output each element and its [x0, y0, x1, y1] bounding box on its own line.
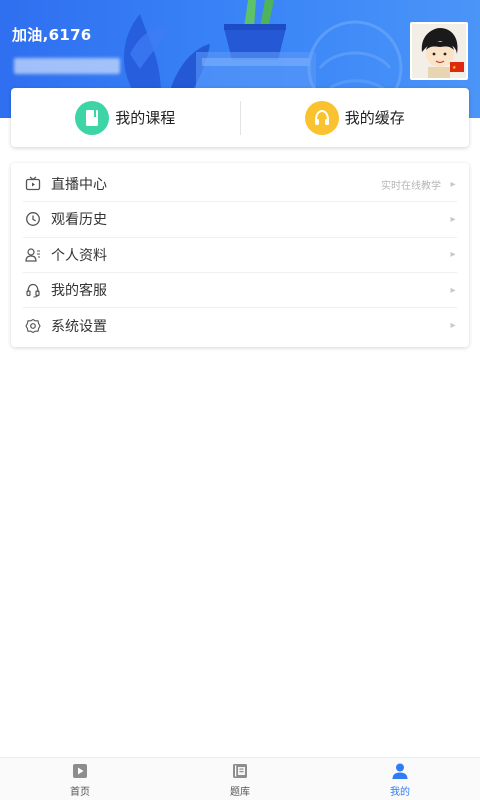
my-courses-label: 我的课程: [115, 109, 176, 127]
menu-item-settings[interactable]: 系统设置 ▸: [23, 308, 457, 343]
menu-label: 个人资料: [51, 247, 107, 264]
menu-hint: 实时在线教学: [381, 180, 441, 192]
chevron-right-icon: ▸: [450, 213, 456, 225]
my-cache-label: 我的缓存: [344, 109, 405, 127]
person-icon: [389, 761, 411, 781]
chevron-right-icon: ▸: [450, 178, 456, 190]
svg-text:★: ★: [452, 65, 457, 71]
nav-label: 我的: [390, 786, 410, 798]
nav-item-mine[interactable]: 我的: [320, 758, 480, 800]
profile-icon: [23, 245, 43, 265]
menu-item-profile[interactable]: 个人资料 ▸: [23, 238, 457, 273]
chevron-right-icon: ▸: [450, 284, 456, 296]
headset-icon: [23, 280, 43, 300]
chevron-right-icon: ▸: [450, 249, 456, 261]
blurred-info: [14, 58, 120, 74]
nav-item-home[interactable]: 首页: [0, 758, 160, 800]
my-cache-button[interactable]: 我的缓存: [241, 88, 470, 147]
avatar[interactable]: ★: [410, 22, 468, 80]
video-icon: [69, 761, 91, 781]
gear-icon: [23, 316, 43, 336]
quick-actions-card: 我的课程 我的缓存: [11, 88, 469, 147]
question-book-icon: [229, 761, 251, 781]
bottom-nav: 首页 题库 我的: [0, 757, 480, 800]
menu-label: 系统设置: [51, 318, 107, 335]
my-courses-button[interactable]: 我的课程: [11, 88, 240, 147]
menu-label: 我的客服: [51, 283, 107, 300]
menu-item-live-center[interactable]: 直播中心 实时在线教学 ▸: [23, 167, 457, 203]
menu-label: 观看历史: [51, 212, 107, 229]
chevron-right-icon: ▸: [450, 320, 456, 332]
tv-icon: [23, 174, 43, 194]
profile-screen: 加油,6176 ★ 我的课程 我的缓存 直播中心 实时在线教学 ▸ 观看历史 ▸…: [0, 0, 480, 800]
menu-item-customer-service[interactable]: 我的客服 ▸: [23, 273, 457, 309]
nav-label: 题库: [230, 786, 250, 798]
menu-list: 直播中心 实时在线教学 ▸ 观看历史 ▸ 个人资料 ▸ 我的客服 ▸ 系统设置 …: [11, 163, 469, 347]
nav-item-question-bank[interactable]: 题库: [160, 758, 320, 800]
greeting-text: 加油,6176: [12, 26, 92, 44]
clock-icon: [23, 209, 43, 229]
menu-item-watch-history[interactable]: 观看历史 ▸: [23, 202, 457, 238]
headphones-icon: [304, 100, 339, 135]
menu-label: 直播中心: [51, 177, 107, 194]
avatar-image: ★: [412, 24, 466, 78]
book-icon: [75, 100, 110, 135]
nav-label: 首页: [70, 786, 90, 798]
